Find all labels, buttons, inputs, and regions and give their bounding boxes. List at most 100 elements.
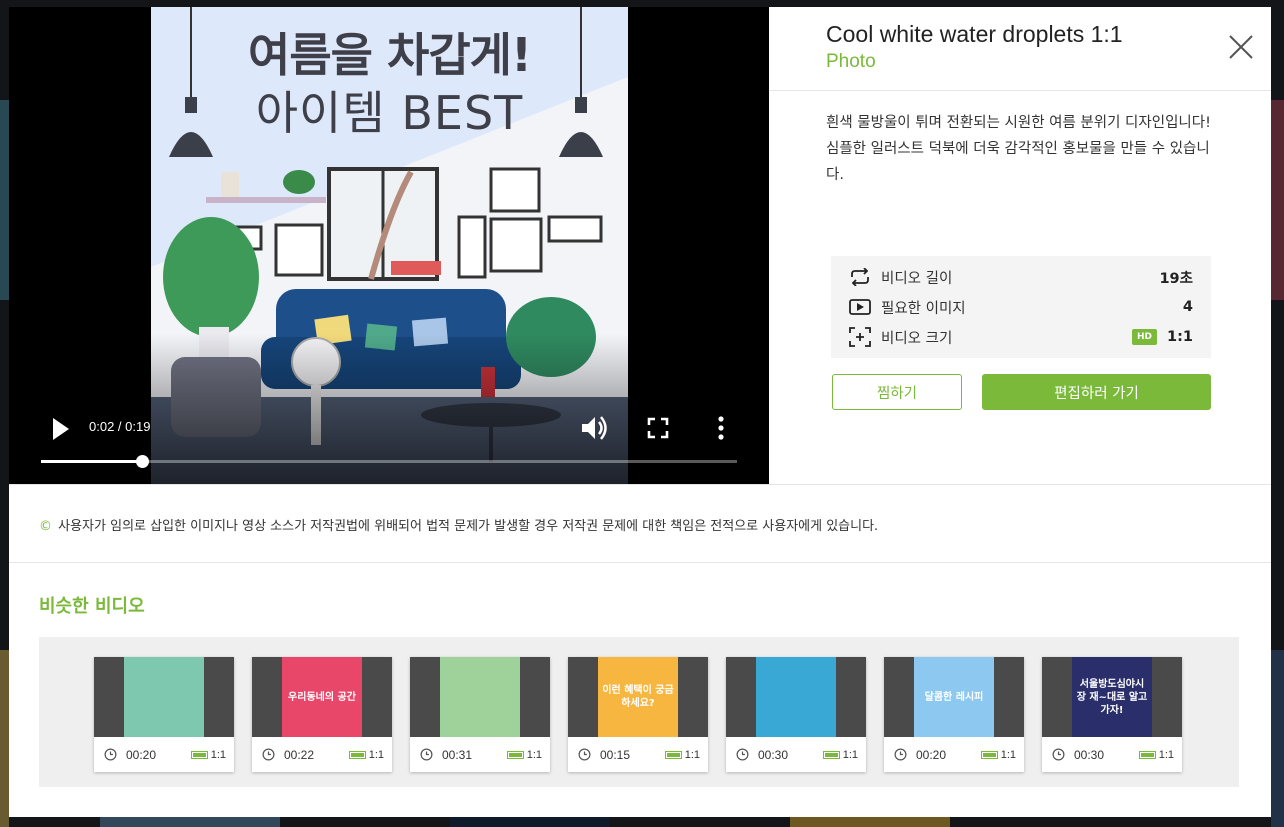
clock-icon — [578, 748, 591, 761]
similar-video-meta: 00:30 1:1 — [726, 737, 866, 772]
copyright-icon: © — [39, 519, 52, 534]
spec-length-value: 19초 — [1159, 270, 1193, 287]
seek-bar-progress — [41, 460, 142, 463]
similar-video-card[interactable]: 00:30 1:1 — [726, 657, 866, 772]
thumbnail-text — [124, 657, 204, 737]
spec-size-label: 비디오 크기 — [881, 330, 953, 347]
thumbnail-image: 우리동네의 공간 — [282, 657, 362, 737]
copyright-notice-text: 사용자가 임의로 삽입한 이미지나 영상 소스가 저작권법에 위배되어 법적 문… — [58, 519, 879, 534]
thumbnail-text — [756, 657, 836, 737]
clock-icon — [1052, 748, 1065, 761]
similar-video-thumbnail — [410, 657, 550, 737]
duration-text: 00:20 — [916, 747, 947, 762]
close-icon — [1229, 35, 1253, 59]
thumbnail-image: 이런 혜택이 궁금하세요? — [598, 657, 678, 737]
battery-icon — [1138, 750, 1156, 759]
similar-video-thumbnail — [94, 657, 234, 737]
spec-size-value: 1:1 — [1167, 329, 1193, 345]
video-player[interactable]: 여름을 차갑게! 아이템 BEST 0:02 / 0:19 — [9, 7, 769, 484]
spec-length: 비디오 길이 19초 — [849, 262, 1193, 292]
similar-video-thumbnail: 달콤한 레시피 — [884, 657, 1024, 737]
like-button[interactable]: 찜하기 — [832, 374, 962, 410]
video-frame-icon — [849, 299, 871, 315]
thumbnail-image — [124, 657, 204, 737]
thumbnail-image: 서울방도심야시장 재~대로 알고가자! — [1072, 657, 1152, 737]
aspect-ratio-text: 1:1 — [842, 748, 858, 761]
edit-button[interactable]: 편집하러 가기 — [982, 374, 1211, 410]
divider — [769, 90, 1271, 91]
similar-videos-list: 00:20 1:1 우리동네의 공간 00:22 1:1 00:31 1:1 이… — [39, 637, 1239, 787]
aspect-ratio-text: 1:1 — [210, 748, 226, 761]
poster-title: 여름을 차갑게! — [248, 28, 532, 82]
divider — [9, 484, 1271, 485]
play-icon — [53, 418, 69, 440]
more-options-button[interactable] — [713, 413, 729, 443]
battery-icon — [664, 750, 682, 759]
battery-icon — [348, 750, 366, 759]
clock-icon — [894, 748, 907, 761]
duration-text: 00:22 — [284, 747, 315, 762]
similar-video-thumbnail: 서울방도심야시장 재~대로 알고가자! — [1042, 657, 1182, 737]
thumbnail-image: 달콤한 레시피 — [914, 657, 994, 737]
battery-icon — [190, 750, 208, 759]
thumbnail-image — [440, 657, 520, 737]
thumbnail-text — [440, 657, 520, 737]
thumbnail-text: 달콤한 레시피 — [914, 657, 994, 737]
fullscreen-button[interactable] — [645, 415, 671, 441]
time-display: 0:02 / 0:19 — [89, 419, 151, 434]
similar-video-thumbnail: 우리동네의 공간 — [252, 657, 392, 737]
video-type: Photo — [826, 51, 876, 72]
battery-icon — [506, 750, 524, 759]
aspect-ratio-text: 1:1 — [1000, 748, 1016, 761]
clock-icon — [736, 748, 749, 761]
aspect-ratio-text: 1:1 — [1158, 748, 1174, 761]
divider — [9, 562, 1271, 563]
resize-frame-icon — [849, 327, 871, 347]
battery-icon — [822, 750, 840, 759]
hd-badge: HD — [1132, 329, 1158, 345]
copyright-notice: © 사용자가 임의로 삽입한 이미지나 영상 소스가 저작권법에 위배되어 법적… — [39, 515, 878, 534]
clock-icon — [420, 748, 433, 761]
thumbnail-text: 서울방도심야시장 재~대로 알고가자! — [1072, 657, 1152, 737]
similar-video-meta: 00:20 1:1 — [94, 737, 234, 772]
spec-length-label: 비디오 길이 — [881, 270, 953, 287]
fullscreen-icon — [647, 417, 669, 439]
similar-video-meta: 00:30 1:1 — [1042, 737, 1182, 772]
similar-video-meta: 00:22 1:1 — [252, 737, 392, 772]
similar-video-card[interactable]: 이런 혜택이 궁금하세요? 00:15 1:1 — [568, 657, 708, 772]
similar-video-card[interactable]: 서울방도심야시장 재~대로 알고가자! 00:30 1:1 — [1042, 657, 1182, 772]
close-button[interactable] — [1227, 33, 1255, 61]
duration-text: 00:31 — [442, 747, 473, 762]
spec-images: 필요한 이미지 4 — [849, 292, 1193, 322]
video-detail-modal: 여름을 차갑게! 아이템 BEST 0:02 / 0:19 Cool white… — [9, 7, 1271, 817]
clock-icon — [104, 748, 117, 761]
spec-size: 비디오 크기 HD 1:1 — [849, 322, 1193, 352]
play-button[interactable] — [49, 415, 73, 443]
seek-bar-handle[interactable] — [135, 455, 149, 468]
spec-images-label: 필요한 이미지 — [881, 300, 966, 317]
similar-video-thumbnail: 이런 혜택이 궁금하세요? — [568, 657, 708, 737]
volume-button[interactable] — [579, 413, 609, 443]
thumbnail-text: 우리동네의 공간 — [282, 657, 362, 737]
duration-text: 00:20 — [126, 747, 157, 762]
video-description: 흰색 물방울이 튀며 전환되는 시원한 여름 분위기 디자인입니다! 심플한 일… — [826, 115, 1211, 183]
similar-video-card[interactable]: 우리동네의 공간 00:22 1:1 — [252, 657, 392, 772]
similar-video-card[interactable]: 00:20 1:1 — [94, 657, 234, 772]
volume-icon — [582, 416, 607, 440]
duration-text: 00:30 — [1074, 747, 1105, 762]
similar-videos-title: 비슷한 비디오 — [39, 596, 145, 617]
battery-icon — [980, 750, 998, 759]
thumbnail-image — [756, 657, 836, 737]
thumbnail-text: 이런 혜택이 궁금하세요? — [598, 657, 678, 737]
video-title: Cool white water droplets 1:1 — [826, 21, 1123, 47]
similar-video-meta: 00:15 1:1 — [568, 737, 708, 772]
similar-video-card[interactable]: 달콤한 레시피 00:20 1:1 — [884, 657, 1024, 772]
similar-video-meta: 00:20 1:1 — [884, 737, 1024, 772]
video-specs: 비디오 길이 19초 필요한 이미지 4 비디오 크기 HD 1:1 — [831, 256, 1211, 358]
aspect-ratio-text: 1:1 — [526, 748, 542, 761]
clock-icon — [262, 748, 275, 761]
seek-bar[interactable] — [41, 455, 737, 468]
aspect-ratio-text: 1:1 — [684, 748, 700, 761]
similar-video-card[interactable]: 00:31 1:1 — [410, 657, 550, 772]
poster-subtitle: 아이템 BEST — [255, 86, 524, 140]
